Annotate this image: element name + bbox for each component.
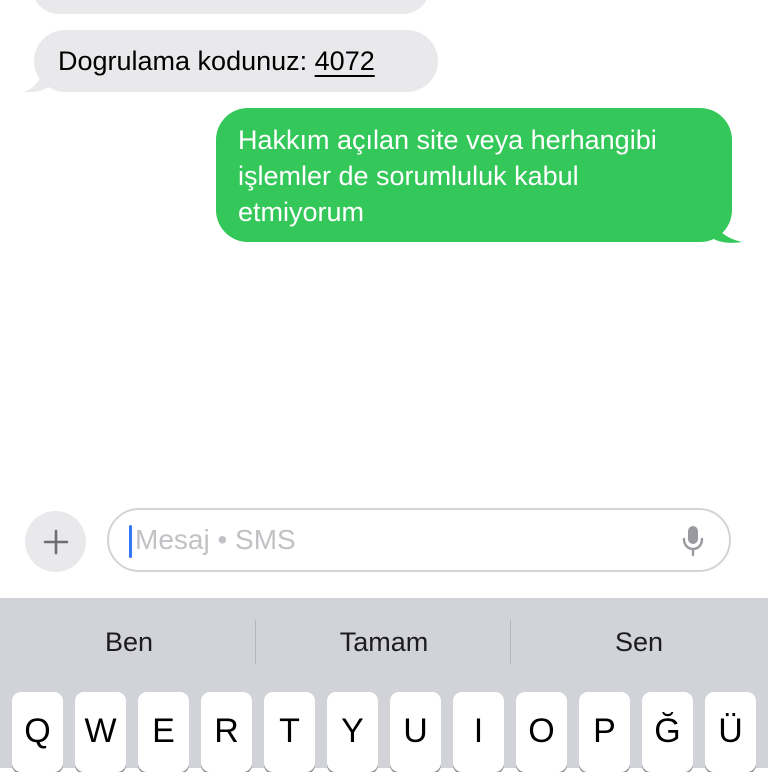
key-q[interactable]: Q [12,692,63,772]
outgoing-message-line-1: Hakkım açılan site veya herhangibi [238,125,657,155]
text-caret [129,525,132,558]
suggestion-sen[interactable]: Sen [514,618,764,666]
key-o[interactable]: O [516,692,567,772]
key-e[interactable]: E [138,692,189,772]
suggestion-divider [510,620,511,664]
verification-code-link[interactable]: 4072 [315,46,375,76]
key-g-breve[interactable]: Ğ [642,692,693,772]
microphone-icon[interactable] [681,525,705,557]
key-r[interactable]: R [201,692,252,772]
suggestion-ben[interactable]: Ben [4,618,254,666]
key-i[interactable]: I [453,692,504,772]
message-input-placeholder: Mesaj • SMS [135,524,296,555]
previous-incoming-message [32,0,430,14]
outgoing-message-line-2: işlemler de sorumluluk kabul [238,161,579,191]
key-y[interactable]: Y [327,692,378,772]
add-attachment-button[interactable] [25,511,86,572]
message-input[interactable]: Mesaj • SMS [107,508,731,572]
key-w[interactable]: W [75,692,126,772]
suggestion-divider [255,620,256,664]
verification-code-label: Dogrulama kodunuz: [58,46,315,76]
outgoing-message: Hakkım açılan site veya herhangibi işlem… [216,108,732,242]
plus-icon [43,529,68,554]
key-p[interactable]: P [579,692,630,772]
keyboard: Ben Tamam Sen Q W E R T Y U I O P Ğ Ü [0,598,768,772]
key-t[interactable]: T [264,692,315,772]
outgoing-message-line-3: etmiyorum [238,197,365,227]
key-u[interactable]: U [390,692,441,772]
key-u-umlaut[interactable]: Ü [705,692,756,772]
suggestion-tamam[interactable]: Tamam [259,618,509,666]
incoming-message-verification-code: Dogrulama kodunuz: 4072 [34,30,438,92]
